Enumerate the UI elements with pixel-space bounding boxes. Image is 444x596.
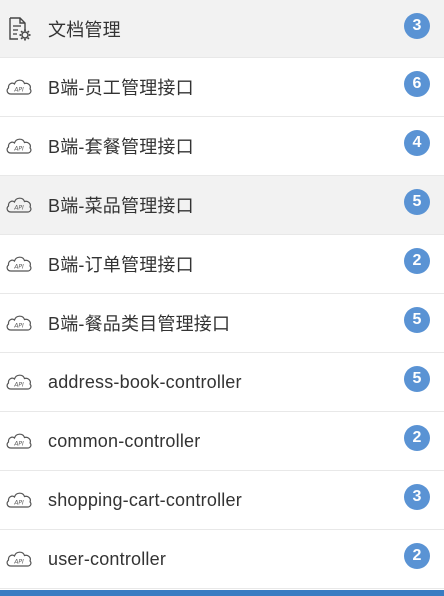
api-cloud-icon: API [4, 192, 34, 218]
menu-item-doc-management[interactable]: 文档管理 3 [0, 0, 444, 58]
menu-item-category-api[interactable]: API B端-餐品类目管理接口 5 [0, 294, 444, 353]
api-cloud-icon: API [4, 546, 34, 572]
api-cloud-icon: API [4, 310, 34, 336]
svg-text:API: API [13, 500, 24, 507]
api-cloud-icon: API [4, 133, 34, 159]
count-badge: 2 [404, 248, 430, 274]
count-badge: 5 [404, 189, 430, 215]
menu-item-label: B端-餐品类目管理接口 [48, 314, 231, 334]
menu-item-label: B端-菜品管理接口 [48, 196, 194, 216]
menu-item-label: shopping-cart-controller [48, 489, 242, 510]
menu-item-label: B端-套餐管理接口 [48, 137, 194, 157]
api-cloud-icon: API [4, 428, 34, 454]
svg-text:API: API [13, 441, 24, 448]
menu-item-label: common-controller [48, 430, 201, 451]
menu-item-setmeal-api[interactable]: API B端-套餐管理接口 4 [0, 117, 444, 176]
menu-item-label: address-book-controller [48, 371, 242, 392]
svg-text:API: API [13, 87, 24, 94]
api-cloud-icon: API [4, 74, 34, 100]
svg-text:API: API [13, 205, 24, 212]
menu-item-dish-api[interactable]: API B端-菜品管理接口 5 [0, 176, 444, 235]
menu-item-label: B端-订单管理接口 [48, 255, 194, 275]
menu-item-label: user-controller [48, 548, 167, 569]
count-badge: 2 [404, 543, 430, 569]
count-badge: 5 [404, 307, 430, 333]
menu-item-common-controller[interactable]: API common-controller 2 [0, 412, 444, 471]
svg-text:API: API [13, 559, 24, 566]
menu-item-label: B端-员工管理接口 [48, 78, 194, 98]
menu-item-user-controller[interactable]: API user-controller 2 [0, 530, 444, 589]
count-badge: 2 [404, 425, 430, 451]
count-badge: 3 [404, 12, 430, 39]
count-badge: 3 [404, 484, 430, 510]
svg-text:API: API [13, 146, 24, 153]
svg-text:API: API [13, 382, 24, 389]
api-doc-menu: 文档管理 3 API B端-员工管理接口 6 API B端-套餐管理接口 4 A… [0, 0, 444, 596]
svg-text:API: API [13, 323, 24, 330]
menu-item-shopping-cart-controller[interactable]: API shopping-cart-controller 3 [0, 471, 444, 530]
api-cloud-icon: API [4, 487, 34, 513]
menu-item-employee-api[interactable]: API B端-员工管理接口 6 [0, 58, 444, 117]
count-badge: 5 [404, 366, 430, 392]
api-cloud-icon: API [4, 251, 34, 277]
document-settings-icon [4, 16, 34, 42]
count-badge: 4 [404, 130, 430, 156]
api-cloud-icon: API [4, 369, 34, 395]
menu-item-address-book-controller[interactable]: API address-book-controller 5 [0, 353, 444, 412]
count-badge: 6 [404, 71, 430, 97]
menu-item-label: 文档管理 [48, 19, 121, 40]
bottom-bar [0, 590, 444, 596]
menu-item-order-api[interactable]: API B端-订单管理接口 2 [0, 235, 444, 294]
svg-text:API: API [13, 264, 24, 271]
